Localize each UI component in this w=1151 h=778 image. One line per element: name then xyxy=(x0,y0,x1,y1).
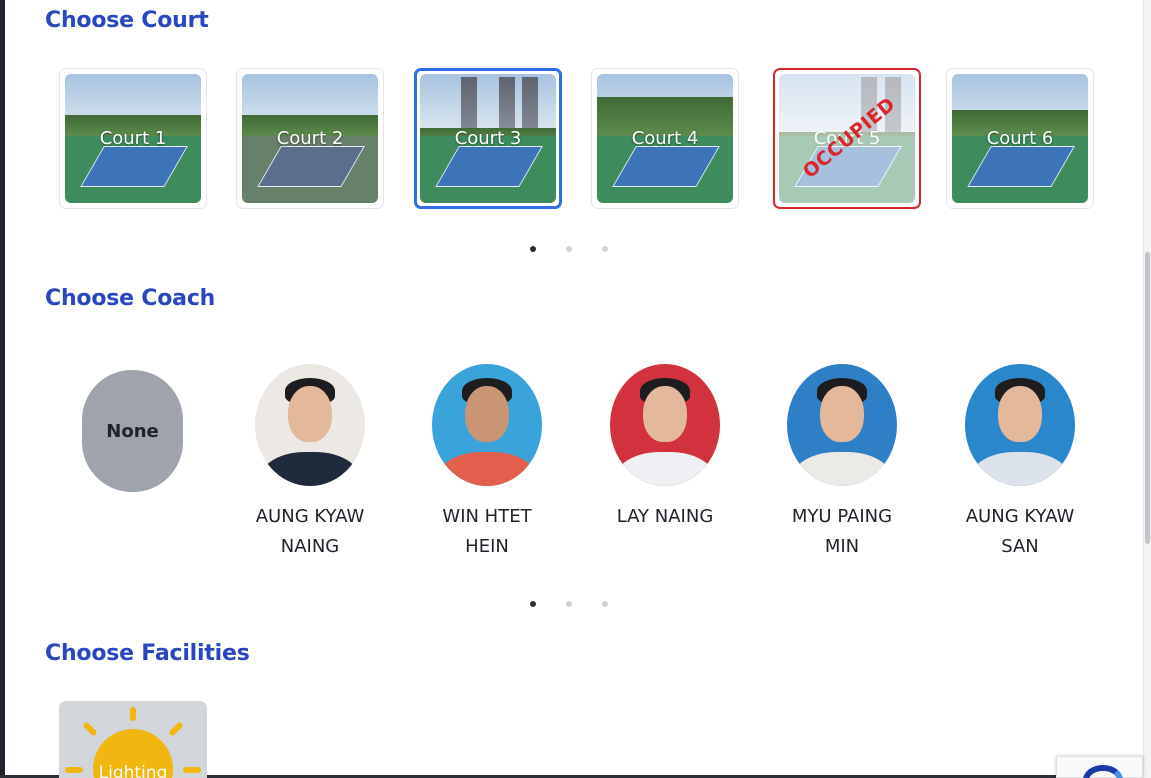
recaptcha-badge[interactable] xyxy=(1056,756,1143,778)
court-label: Court 3 xyxy=(454,128,522,149)
carousel-dot[interactable] xyxy=(602,601,608,607)
court-image: Court 6 xyxy=(952,74,1088,203)
court-card-4[interactable]: Court 4 xyxy=(591,68,739,209)
court-image: Court 3 xyxy=(420,74,556,203)
court-image: Court 4 xyxy=(597,74,733,203)
coach-card[interactable]: LAY NAING xyxy=(590,364,740,532)
court-image: Court 1 xyxy=(65,74,201,203)
choose-coach-title: Choose Coach xyxy=(45,286,216,311)
court-label: Court 4 xyxy=(631,128,699,149)
choose-facilities-title: Choose Facilities xyxy=(45,641,250,666)
coach-card[interactable]: MYU PAING MIN xyxy=(767,364,917,562)
court-label: Court 6 xyxy=(986,128,1054,149)
no-coach-option[interactable]: None xyxy=(82,370,183,492)
court-card-5[interactable]: Court 5 OCCUPIED xyxy=(773,68,921,209)
facility-card-lighting[interactable]: Lighting xyxy=(59,701,207,778)
court-label: Court 2 xyxy=(276,128,344,149)
carousel-dot[interactable] xyxy=(566,601,572,607)
coach-photo xyxy=(787,364,897,486)
choose-court-title: Choose Court xyxy=(45,8,209,33)
coach-name: WIN HTET HEIN xyxy=(442,506,532,557)
coach-name: LAY NAING xyxy=(616,506,714,527)
coach-card[interactable]: AUNG KYAW SAN xyxy=(945,364,1095,562)
court-image: Court 2 xyxy=(242,74,378,203)
court-card-3[interactable]: Court 3 xyxy=(414,68,562,209)
carousel-dot[interactable] xyxy=(530,601,536,607)
recaptcha-icon xyxy=(1083,765,1123,778)
coach-photo xyxy=(255,364,365,486)
facility-label: Lighting xyxy=(98,763,168,778)
scrollbar-thumb[interactable] xyxy=(1145,252,1150,544)
court-card-6[interactable]: Court 6 xyxy=(946,68,1094,209)
court-card-1[interactable]: Court 1 xyxy=(59,68,207,209)
court-card-2[interactable]: Court 2 xyxy=(236,68,384,209)
window-left-edge xyxy=(0,0,5,778)
coach-card[interactable]: AUNG KYAW NAING xyxy=(235,364,385,562)
coach-name: AUNG KYAW NAING xyxy=(255,506,365,557)
coach-name: AUNG KYAW SAN xyxy=(965,506,1075,557)
court-carousel-dots xyxy=(530,246,608,252)
carousel-dot[interactable] xyxy=(602,246,608,252)
coach-card[interactable]: WIN HTET HEIN xyxy=(412,364,562,562)
coach-photo xyxy=(610,364,720,486)
carousel-dot[interactable] xyxy=(566,246,572,252)
court-label: Court 1 xyxy=(99,128,167,149)
coach-photo xyxy=(432,364,542,486)
coach-carousel-dots xyxy=(530,601,608,607)
carousel-dot[interactable] xyxy=(530,246,536,252)
coach-name: MYU PAING MIN xyxy=(791,506,893,557)
coach-photo xyxy=(965,364,1075,486)
